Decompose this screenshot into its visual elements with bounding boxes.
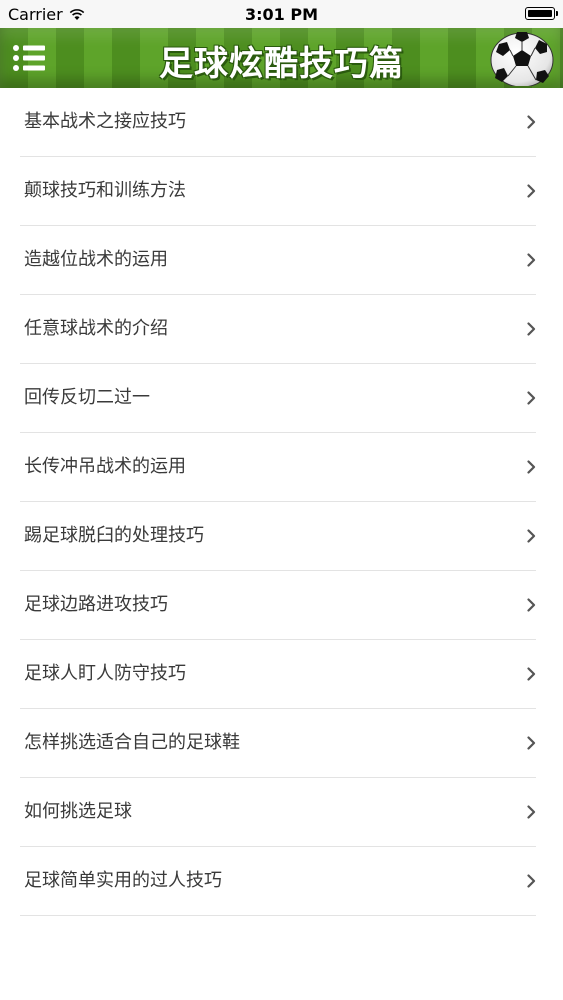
list-item[interactable]: 任意球战术的介绍 bbox=[20, 295, 536, 364]
list-item[interactable]: 如何挑选足球 bbox=[20, 778, 536, 847]
list-item-label: 任意球战术的介绍 bbox=[24, 318, 168, 339]
chevron-right-icon bbox=[527, 529, 536, 543]
list-item[interactable]: 长传冲吊战术的运用 bbox=[20, 433, 536, 502]
list-item-label: 足球边路进攻技巧 bbox=[24, 594, 168, 615]
list-item[interactable]: 回传反切二过一 bbox=[20, 364, 536, 433]
chevron-right-icon bbox=[527, 184, 536, 198]
list-item[interactable]: 足球边路进攻技巧 bbox=[20, 571, 536, 640]
chevron-right-icon bbox=[527, 460, 536, 474]
list-item-label: 足球简单实用的过人技巧 bbox=[24, 870, 222, 891]
list-item-label: 足球人盯人防守技巧 bbox=[24, 663, 186, 684]
list-item-label: 如何挑选足球 bbox=[24, 801, 132, 822]
list-item[interactable]: 颠球技巧和训练方法 bbox=[20, 157, 536, 226]
list-item-label: 怎样挑选适合自己的足球鞋 bbox=[24, 732, 240, 753]
chevron-right-icon bbox=[527, 391, 536, 405]
chevron-right-icon bbox=[527, 805, 536, 819]
list-item[interactable]: 造越位战术的运用 bbox=[20, 226, 536, 295]
list-item-label: 回传反切二过一 bbox=[24, 387, 150, 408]
status-bar: Carrier 3:01 PM bbox=[0, 0, 563, 28]
topic-list: 基本战术之接应技巧 颠球技巧和训练方法 造越位战术的运用 任意球战术的介绍 回传… bbox=[0, 88, 563, 916]
chevron-right-icon bbox=[527, 667, 536, 681]
app-header: 足球炫酷技巧篇 bbox=[0, 28, 563, 88]
chevron-right-icon bbox=[527, 115, 536, 129]
list-item[interactable]: 基本战术之接应技巧 bbox=[20, 88, 536, 157]
list-item-label: 造越位战术的运用 bbox=[24, 249, 168, 270]
list-item-label: 颠球技巧和训练方法 bbox=[24, 180, 186, 201]
chevron-right-icon bbox=[527, 598, 536, 612]
list-item[interactable]: 足球人盯人防守技巧 bbox=[20, 640, 536, 709]
chevron-right-icon bbox=[527, 736, 536, 750]
list-item[interactable]: 足球简单实用的过人技巧 bbox=[20, 847, 536, 916]
list-item-label: 长传冲吊战术的运用 bbox=[24, 456, 186, 477]
list-item[interactable]: 怎样挑选适合自己的足球鞋 bbox=[20, 709, 536, 778]
chevron-right-icon bbox=[527, 322, 536, 336]
status-time: 3:01 PM bbox=[244, 5, 318, 24]
list-item-label: 基本战术之接应技巧 bbox=[24, 111, 186, 132]
page-title: 足球炫酷技巧篇 bbox=[159, 44, 404, 84]
chevron-right-icon bbox=[527, 874, 536, 888]
list-item[interactable]: 踢足球脱臼的处理技巧 bbox=[20, 502, 536, 571]
soccer-ball-icon bbox=[490, 32, 554, 86]
battery-icon bbox=[525, 7, 558, 20]
chevron-right-icon bbox=[527, 253, 536, 267]
list-item-label: 踢足球脱臼的处理技巧 bbox=[24, 525, 204, 546]
